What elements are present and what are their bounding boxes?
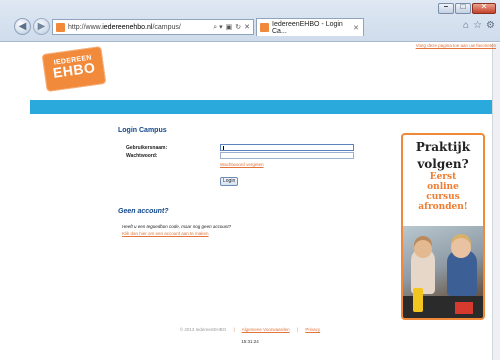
no-account-title: Geen account? bbox=[118, 208, 169, 215]
back-button[interactable]: ◀ bbox=[14, 18, 31, 35]
username-field[interactable] bbox=[220, 144, 354, 151]
password-field[interactable] bbox=[220, 152, 354, 159]
footer: © 2013 IedereenEHBO | Algemene Voorwaard… bbox=[0, 327, 500, 332]
forgot-password-link[interactable]: Wachtwoord vergeten bbox=[220, 162, 264, 167]
minimize-icon: – bbox=[443, 2, 449, 11]
ad-photo bbox=[403, 226, 483, 318]
url-path: /campus/ bbox=[152, 23, 181, 31]
compatibility-icon[interactable]: ▣ bbox=[226, 23, 233, 32]
tab-title: IedereenEHBO - Login Ca... bbox=[272, 20, 343, 35]
window-controls: – □ ✕ bbox=[437, 2, 496, 14]
footer-separator: | bbox=[296, 327, 299, 332]
browser-chrome: – □ ✕ ◀ ▶ http://www. iedereenehbo.nl/cam… bbox=[0, 0, 500, 42]
footer-copyright: © 2013 IedereenEHBO bbox=[179, 327, 227, 332]
url-host: iedereenehbo.nl bbox=[102, 23, 153, 31]
ad-line-2: volgen? bbox=[417, 157, 469, 171]
child-head-2 bbox=[451, 238, 471, 258]
url-prefix: http://www. bbox=[68, 23, 103, 31]
vertical-scrollbar[interactable] bbox=[492, 43, 500, 360]
footer-time: 15:31:24 bbox=[241, 339, 259, 344]
favorites-star-icon[interactable]: ☆ bbox=[473, 20, 482, 31]
footer-separator: | bbox=[233, 327, 235, 332]
close-icon: ✕ bbox=[480, 2, 488, 11]
ad-line-6: afronden! bbox=[418, 202, 468, 212]
password-label: Wachtwoord: bbox=[126, 153, 158, 159]
ad-line-4: online bbox=[427, 182, 459, 192]
maximize-icon: □ bbox=[460, 2, 466, 11]
header-bar bbox=[30, 100, 492, 114]
login-title: Login Campus bbox=[118, 127, 167, 134]
footer-terms-link[interactable]: Algemene Voorwaarden bbox=[242, 327, 290, 332]
refresh-icon[interactable]: ↻ bbox=[235, 23, 241, 32]
username-label: Gebruikersnaam: bbox=[126, 145, 168, 151]
ad-line-5: cursus bbox=[426, 192, 460, 202]
forward-button[interactable]: ▶ bbox=[33, 18, 50, 35]
ad-line-3: Eerst bbox=[429, 172, 457, 182]
create-account-link[interactable]: Klik dan hier om een account aan te make… bbox=[122, 231, 209, 236]
search-dropdown-icon[interactable]: ⌕ ▾ bbox=[213, 23, 222, 32]
address-bar[interactable]: http://www. iedereenehbo.nl/campus/ ⌕ ▾ ▣… bbox=[52, 19, 254, 35]
child-head bbox=[414, 240, 432, 258]
first-aid-box-shape bbox=[455, 302, 473, 314]
course-advert[interactable]: Praktijk volgen? Eerst online cursus afr… bbox=[401, 133, 485, 320]
address-tools: ⌕ ▾ ▣ ↻ ✕ bbox=[213, 23, 253, 32]
login-button[interactable]: Login bbox=[220, 177, 239, 186]
tab-favicon-icon bbox=[260, 23, 269, 32]
tab-close-icon[interactable]: ✕ bbox=[353, 24, 359, 32]
home-icon[interactable]: ⌂ bbox=[463, 20, 469, 31]
close-window-button[interactable]: ✕ bbox=[472, 2, 496, 14]
maximize-button[interactable]: □ bbox=[455, 2, 471, 14]
add-favorites-link[interactable]: Voeg deze pagina toe aan uw favorieten bbox=[416, 43, 496, 48]
settings-gear-icon[interactable]: ⚙ bbox=[486, 20, 495, 31]
bottle-shape bbox=[413, 288, 423, 312]
minimize-button[interactable]: – bbox=[438, 2, 454, 14]
footer-privacy-link[interactable]: Privacy bbox=[305, 327, 320, 332]
text-caret bbox=[223, 146, 224, 150]
no-account-text: Heeft u een tegoedbon code, maar nog gee… bbox=[122, 224, 232, 229]
browser-tab[interactable]: IedereenEHBO - Login Ca... ✕ bbox=[256, 18, 364, 36]
site-favicon-icon bbox=[56, 22, 65, 32]
browser-toolbar-right: ⌂ ☆ ⚙ bbox=[463, 20, 495, 31]
stop-icon[interactable]: ✕ bbox=[244, 23, 250, 32]
ad-line-1: Praktijk bbox=[415, 140, 471, 154]
